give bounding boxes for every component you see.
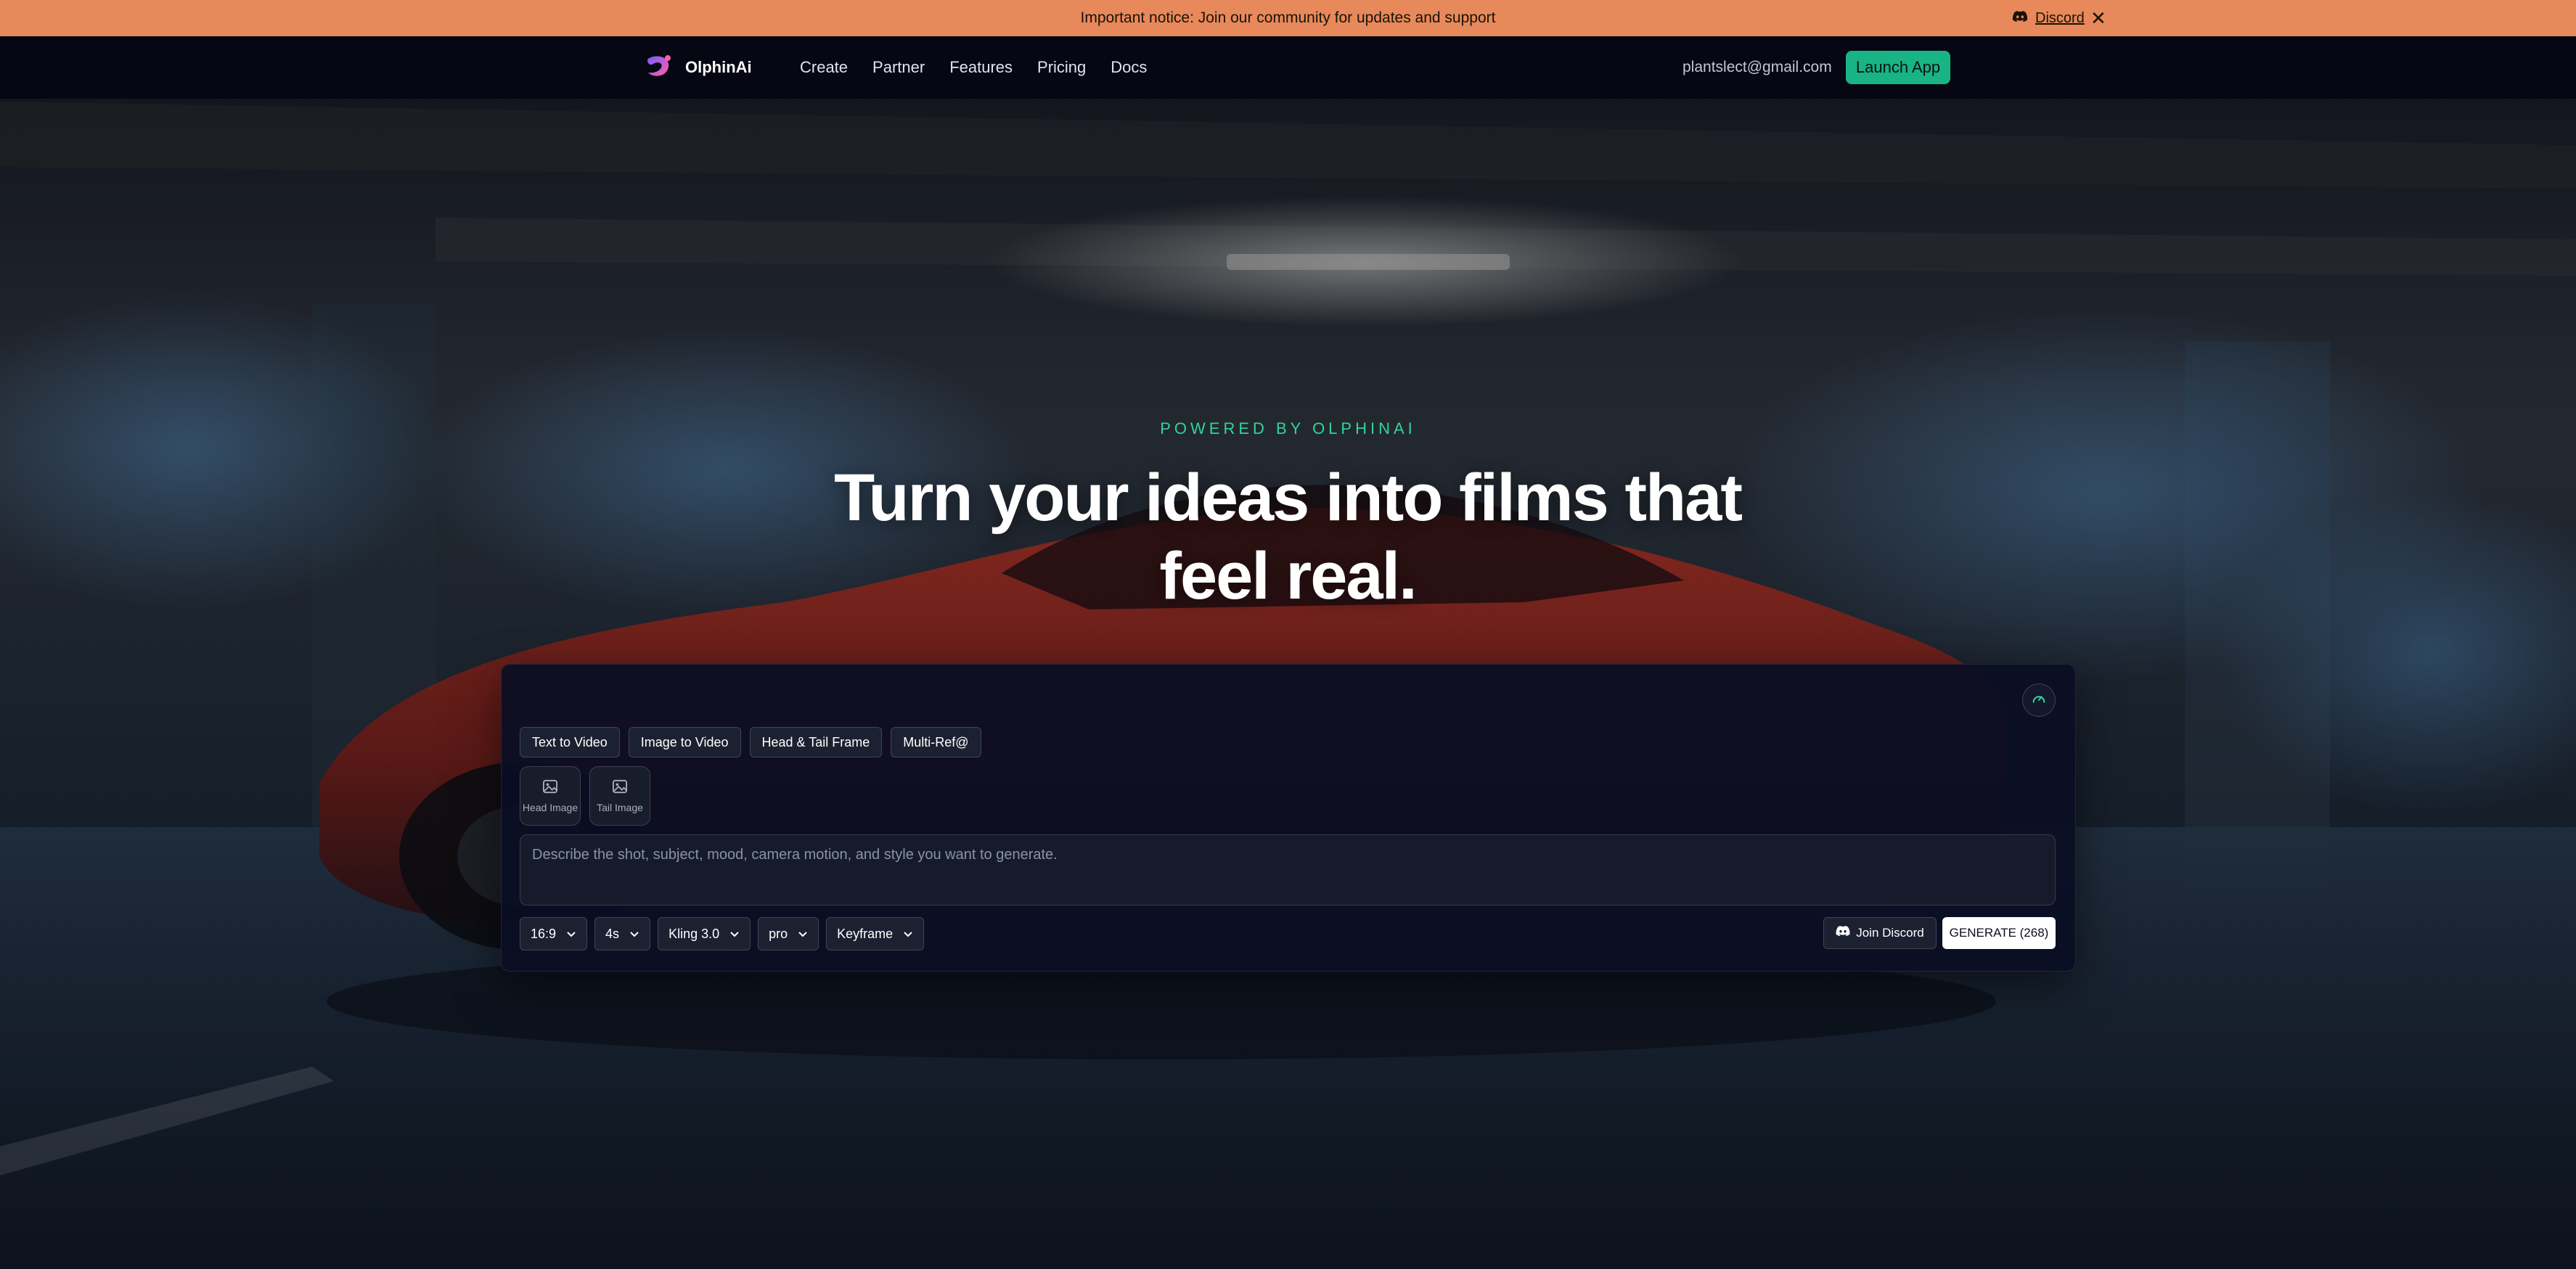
quality-value: pro: [769, 926, 788, 941]
model-select[interactable]: Kling 3.0: [658, 917, 751, 950]
close-icon[interactable]: ✕: [2090, 0, 2106, 36]
join-discord-button[interactable]: Join Discord: [1823, 917, 1937, 949]
gauge-button[interactable]: [2022, 683, 2056, 717]
aspect-ratio-value: 16:9: [531, 926, 557, 941]
prompt-input[interactable]: [520, 834, 2056, 905]
background-overlay: [0, 0, 2576, 1269]
chevron-down-icon: [903, 927, 913, 942]
nav-item-create[interactable]: Create: [800, 58, 848, 77]
discord-icon: [2012, 9, 2028, 27]
nav-item-docs[interactable]: Docs: [1111, 58, 1147, 77]
image-icon: [612, 779, 628, 797]
tab-text-to-video[interactable]: Text to Video: [520, 727, 620, 757]
aspect-ratio-select[interactable]: 16:9: [520, 917, 588, 950]
generate-button[interactable]: GENERATE (268): [1942, 917, 2056, 949]
chevron-down-icon: [566, 927, 576, 942]
nav-item-pricing[interactable]: Pricing: [1037, 58, 1086, 77]
frame-uploads: Head Image Tail Image: [520, 766, 650, 826]
chevron-down-icon: [729, 927, 740, 942]
nav-item-features[interactable]: Features: [949, 58, 1013, 77]
brand-logo-link[interactable]: OlphinAi: [645, 36, 752, 99]
join-discord-label: Join Discord: [1856, 926, 1924, 940]
mode-select[interactable]: Keyframe: [826, 917, 925, 950]
duration-select[interactable]: 4s: [594, 917, 651, 950]
tail-image-label: Tail Image: [597, 801, 643, 813]
user-email[interactable]: plantslect@gmail.com: [1682, 36, 1832, 99]
tab-multi-ref[interactable]: Multi-Ref@: [891, 727, 981, 757]
discord-icon: [1836, 926, 1850, 940]
image-icon: [542, 779, 558, 797]
quality-select[interactable]: pro: [758, 917, 819, 950]
announcement-discord-link[interactable]: Discord: [2012, 0, 2085, 36]
duration-value: 4s: [605, 926, 620, 941]
announcement-bar: Important notice: Join our community for…: [0, 0, 2576, 36]
tail-image-upload[interactable]: Tail Image: [589, 766, 650, 826]
chevron-down-icon: [798, 927, 808, 942]
mode-tabs: Text to Video Image to Video Head & Tail…: [520, 727, 981, 757]
discord-link-label[interactable]: Discord: [2035, 10, 2085, 27]
brand-name: OlphinAi: [685, 58, 752, 76]
nav-item-partner[interactable]: Partner: [872, 58, 925, 77]
hero-headline: Turn your ideas into films that feel rea…: [834, 461, 1743, 613]
announcement-text: Important notice: Join our community for…: [1080, 9, 1496, 26]
tab-head-tail-frame[interactable]: Head & Tail Frame: [749, 727, 883, 757]
model-value: Kling 3.0: [668, 926, 720, 941]
chevron-down-icon: [629, 927, 639, 942]
head-image-label: Head Image: [522, 801, 578, 813]
mode-value: Keyframe: [837, 926, 894, 941]
hero-background: [0, 0, 2576, 1269]
olphin-logo-icon: [645, 54, 674, 82]
top-navigation: OlphinAi Create Partner Features Pricing…: [0, 36, 2576, 99]
launch-app-button[interactable]: Launch App: [1846, 51, 1950, 84]
tab-image-to-video[interactable]: Image to Video: [628, 727, 741, 757]
speedometer-icon: [2031, 691, 2047, 710]
generation-settings: 16:9 4s Kling 3.0 pro Keyframe: [520, 917, 925, 950]
head-image-upload[interactable]: Head Image: [520, 766, 581, 826]
main-menu: Create Partner Features Pricing Docs: [800, 36, 1147, 99]
hero-kicker: POWERED BY OLPHINAI: [1160, 419, 1416, 438]
